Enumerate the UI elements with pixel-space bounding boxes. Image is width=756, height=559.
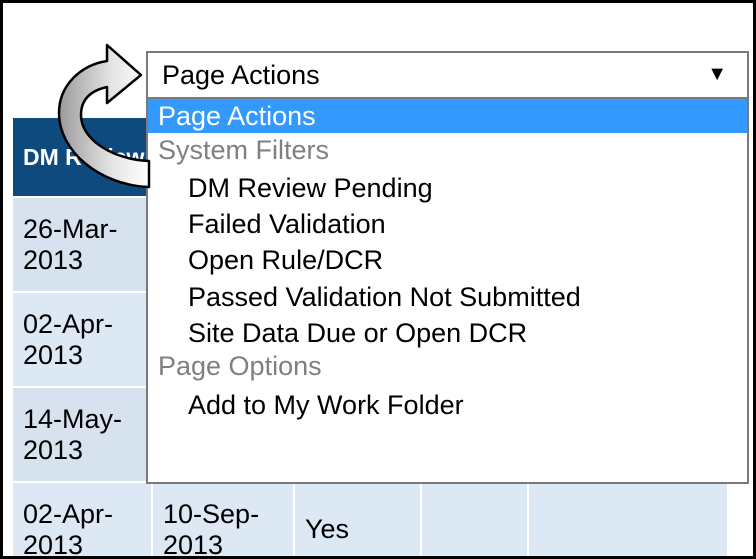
- table-cell: 10-Sep-2013: [151, 481, 295, 556]
- table-cell: [420, 481, 529, 556]
- table-cell: 14-May-2013: [11, 386, 153, 483]
- option-passed-validation-not-submitted[interactable]: Passed Validation Not Submitted: [148, 280, 747, 314]
- page-actions-select[interactable]: Page Actions ▼: [146, 51, 749, 99]
- table-row[interactable]: 02-Apr-2013 10-Sep-2013 Yes: [11, 481, 729, 556]
- table-cell: 02-Apr-2013: [11, 291, 153, 388]
- table-cell: 26-Mar-2013: [11, 196, 153, 293]
- page-frame: DM Review 26-Mar-2013 02-Apr-2013 14-May…: [0, 0, 756, 559]
- option-dm-review-pending[interactable]: DM Review Pending: [148, 171, 747, 205]
- group-label-system-filters: System Filters: [158, 135, 330, 165]
- curved-arrow-icon: [57, 43, 151, 189]
- option-add-to-my-work-folder[interactable]: Add to My Work Folder: [148, 388, 747, 422]
- table-cell: Yes: [293, 481, 422, 556]
- option-page-actions[interactable]: Page Actions: [148, 99, 747, 133]
- option-failed-validation[interactable]: Failed Validation: [148, 207, 747, 241]
- option-site-data-due-or-open-dcr[interactable]: Site Data Due or Open DCR: [148, 316, 747, 350]
- page-actions-dropdown-list: Page Actions System Filters DM Review Pe…: [146, 99, 749, 484]
- group-label-page-options: Page Options: [158, 351, 322, 381]
- select-value: Page Actions: [162, 60, 320, 90]
- chevron-down-icon[interactable]: ▼: [707, 63, 727, 86]
- table-cell: 02-Apr-2013: [11, 481, 153, 556]
- option-open-rule-dcr[interactable]: Open Rule/DCR: [148, 243, 747, 277]
- table-cell: [527, 481, 729, 556]
